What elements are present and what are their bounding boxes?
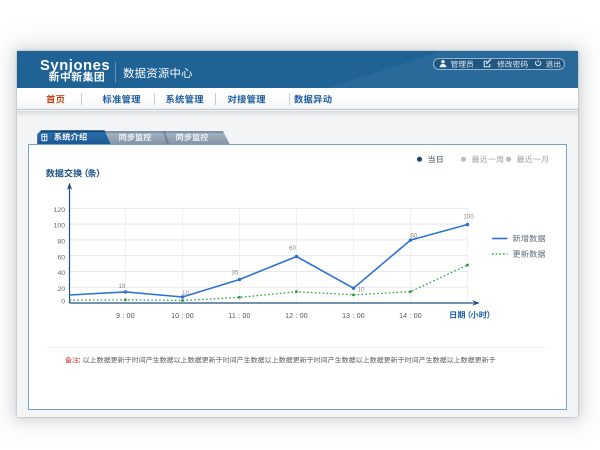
- svg-text:35: 35: [232, 270, 239, 277]
- svg-text:20: 20: [57, 286, 65, 293]
- svg-text:100: 100: [463, 214, 474, 221]
- svg-text:12 : 00: 12 : 00: [285, 313, 308, 320]
- svg-text:120: 120: [54, 207, 66, 214]
- svg-text:14 : 00: 14 : 00: [399, 313, 422, 320]
- svg-text:60: 60: [289, 245, 296, 252]
- svg-text:80: 80: [410, 233, 417, 240]
- svg-text:9 : 00: 9 : 00: [116, 313, 135, 320]
- svg-text:10: 10: [358, 286, 365, 293]
- svg-text:10 : 00: 10 : 00: [171, 313, 194, 320]
- svg-text:18: 18: [119, 283, 126, 290]
- svg-text:11 : 00: 11 : 00: [228, 313, 250, 320]
- svg-text:10: 10: [182, 290, 189, 297]
- svg-text:60: 60: [57, 254, 65, 261]
- svg-text:40: 40: [57, 270, 65, 277]
- svg-text:100: 100: [54, 223, 66, 230]
- svg-text:13 : 00: 13 : 00: [342, 313, 365, 320]
- svg-text:80: 80: [57, 239, 65, 246]
- svg-text:0: 0: [61, 298, 65, 305]
- svg-text:Synjones: Synjones: [40, 58, 110, 74]
